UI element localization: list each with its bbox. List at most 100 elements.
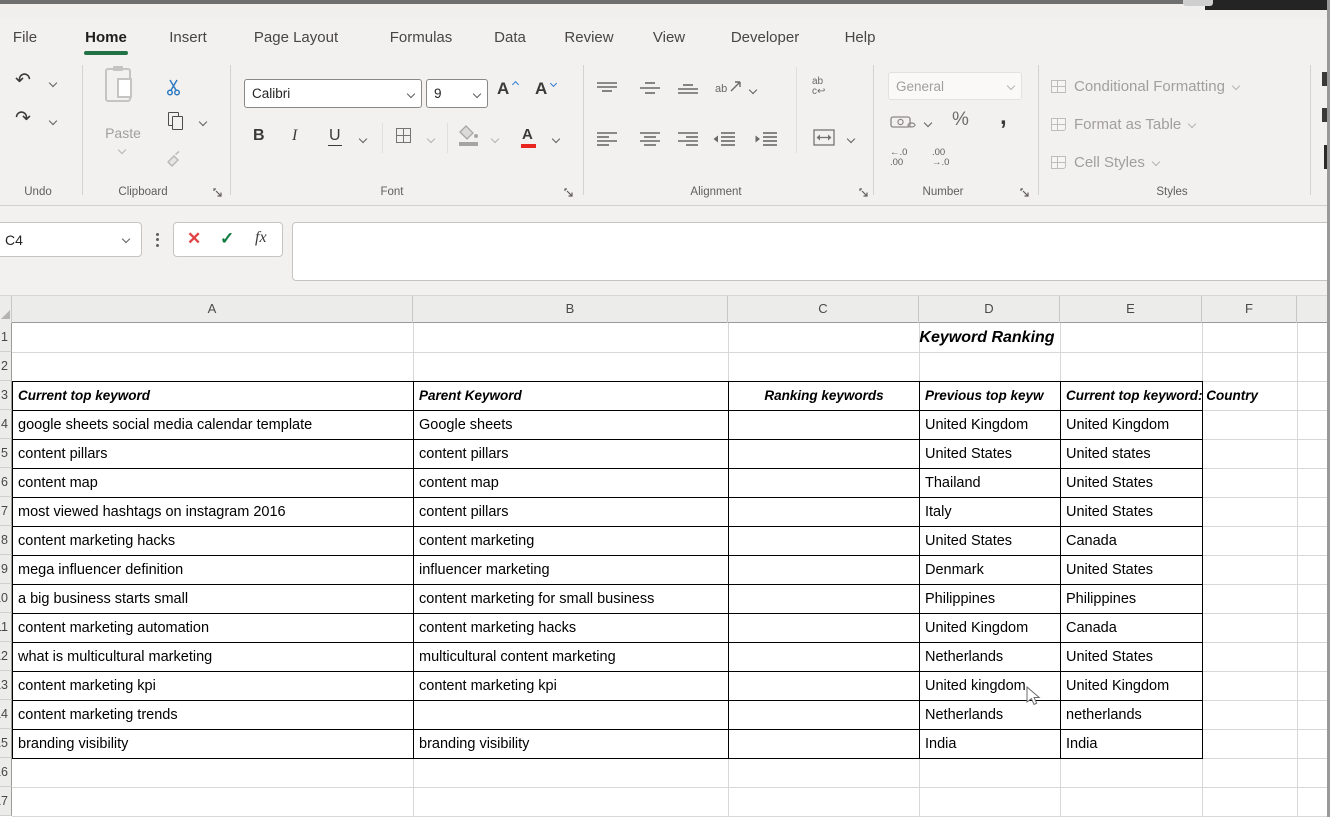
redo-dropdown-chevron[interactable] [49,117,57,125]
shrink-font-button[interactable]: A [535,79,547,99]
paste-dropdown-chevron[interactable] [118,146,126,154]
menu-tab-page-layout[interactable]: Page Layout [254,18,338,57]
styles-button-conditional-formatting[interactable]: Conditional Formatting [1051,75,1239,97]
format-painter-icon[interactable] [165,151,183,169]
insert-function-button[interactable]: fx [255,229,267,247]
row-header-2[interactable]: 2 [0,352,12,381]
accounting-format-icon[interactable] [890,115,916,131]
percent-style-button[interactable]: % [952,109,969,131]
cell-E4[interactable]: United Kingdom [1060,410,1203,440]
row-header-6[interactable]: 6 [0,468,12,497]
enter-button[interactable]: ✓ [220,229,234,249]
number-format-select[interactable]: General [888,72,1022,100]
row-header-14[interactable]: 14 [0,700,12,729]
cell-C15[interactable] [728,729,920,759]
cell-B4[interactable]: Google sheets [413,410,729,440]
cell-B13[interactable]: content marketing kpi [413,671,729,701]
merge-center-chevron[interactable] [847,135,855,143]
copy-icon[interactable] [168,112,179,126]
menu-tab-data[interactable]: Data [494,18,526,57]
increase-indent-icon[interactable] [755,132,777,146]
cell-E13[interactable]: United Kingdom [1060,671,1203,701]
menu-tab-help[interactable]: Help [845,18,876,57]
font-color-button[interactable]: A [522,126,533,143]
cell-B12[interactable]: multicultural content marketing [413,642,729,672]
bottom-align-icon[interactable] [678,81,698,95]
cell-B15[interactable]: branding visibility [413,729,729,759]
cell-C10[interactable] [728,584,920,614]
cell-D4[interactable]: United Kingdom [919,410,1061,440]
wrap-text-icon[interactable]: ab c↩ [812,77,825,97]
menu-tab-insert[interactable]: Insert [169,18,207,57]
row-header-12[interactable]: 12 [0,642,12,671]
increase-decimal-icon[interactable]: ←.0 .00 [890,148,907,168]
row-header-15[interactable]: 15 [0,729,12,758]
cell-D11[interactable]: United Kingdom [919,613,1061,643]
row-header-11[interactable]: 11 [0,613,12,642]
cell-E5[interactable]: United states [1060,439,1203,469]
cell-C6[interactable] [728,468,920,498]
menu-tab-file[interactable]: File [13,18,37,57]
cell-B6[interactable]: content map [413,468,729,498]
row-header-1[interactable]: 1 [0,323,12,352]
sheet-title-cell[interactable]: Keyword Ranking [728,323,1246,352]
cell-A10[interactable]: a big business starts small [12,584,414,614]
cell-E8[interactable]: Canada [1060,526,1203,556]
row-header-4[interactable]: 4 [0,410,12,439]
undo-dropdown-chevron[interactable] [49,79,57,87]
cell-C14[interactable] [728,700,920,730]
cell-B9[interactable]: influencer marketing [413,555,729,585]
row-header-5[interactable]: 5 [0,439,12,468]
cell-A13[interactable]: content marketing kpi [12,671,414,701]
row-header-10[interactable]: 10 [0,584,12,613]
borders-dropdown-chevron[interactable] [427,135,435,143]
cell-E6[interactable]: United States [1060,468,1203,498]
cell-D15[interactable]: India [919,729,1061,759]
cell-B7[interactable]: content pillars [413,497,729,527]
styles-button-cell-styles[interactable]: Cell Styles [1051,151,1159,173]
row-header-16[interactable]: 16 [0,758,12,787]
cell-D9[interactable]: Denmark [919,555,1061,585]
row-header-9[interactable]: 9 [0,555,12,584]
column-header-F[interactable]: F [1202,296,1297,323]
row-header-8[interactable]: 8 [0,526,12,555]
styles-button-format-as-table[interactable]: Format as Table [1051,113,1195,135]
font-color-chevron[interactable] [552,135,560,143]
name-box[interactable]: C4 [0,222,142,257]
cell-D8[interactable]: United States [919,526,1061,556]
orientation-icon[interactable]: ab [715,79,742,97]
italic-button[interactable]: I [292,127,297,145]
cell-C5[interactable] [728,439,920,469]
grow-font-button[interactable]: A [497,79,509,99]
paste-icon[interactable] [105,68,131,102]
decrease-decimal-icon[interactable]: .00 →.0 [932,148,949,168]
cell-D12[interactable]: Netherlands [919,642,1061,672]
redo-icon[interactable]: ↷ [15,107,31,130]
cell-B14[interactable] [413,700,729,730]
top-align-icon[interactable] [597,81,617,95]
cell-A6[interactable]: content map [12,468,414,498]
column-header-B[interactable]: B [413,296,728,323]
cell-C9[interactable] [728,555,920,585]
cell-A14[interactable]: content marketing trends [12,700,414,730]
fill-color-icon[interactable] [459,125,479,140]
font-family-select[interactable]: Calibri [244,79,422,108]
orientation-chevron[interactable] [749,86,757,94]
cell-C8[interactable] [728,526,920,556]
undo-icon[interactable]: ↶ [15,69,31,92]
underline-button[interactable]: U [328,127,342,146]
cell-E15[interactable]: India [1060,729,1203,759]
cell-C3[interactable]: Ranking keywords [728,381,920,411]
copy-dropdown-chevron[interactable] [199,118,207,126]
middle-align-icon[interactable] [640,81,660,95]
cell-D3[interactable]: Previous top keyw [919,381,1061,411]
cell-A4[interactable]: google sheets social media calendar temp… [12,410,414,440]
column-header-C[interactable]: C [728,296,919,323]
column-header-E[interactable]: E [1060,296,1202,323]
alignment-dialog-launcher-icon[interactable] [858,187,870,199]
align-right-icon[interactable] [678,132,698,146]
column-header-D[interactable]: D [919,296,1060,323]
cell-E3[interactable]: Current top keyword: Country [1060,381,1203,411]
cell-E14[interactable]: netherlands [1060,700,1203,730]
align-left-icon[interactable] [597,132,617,146]
